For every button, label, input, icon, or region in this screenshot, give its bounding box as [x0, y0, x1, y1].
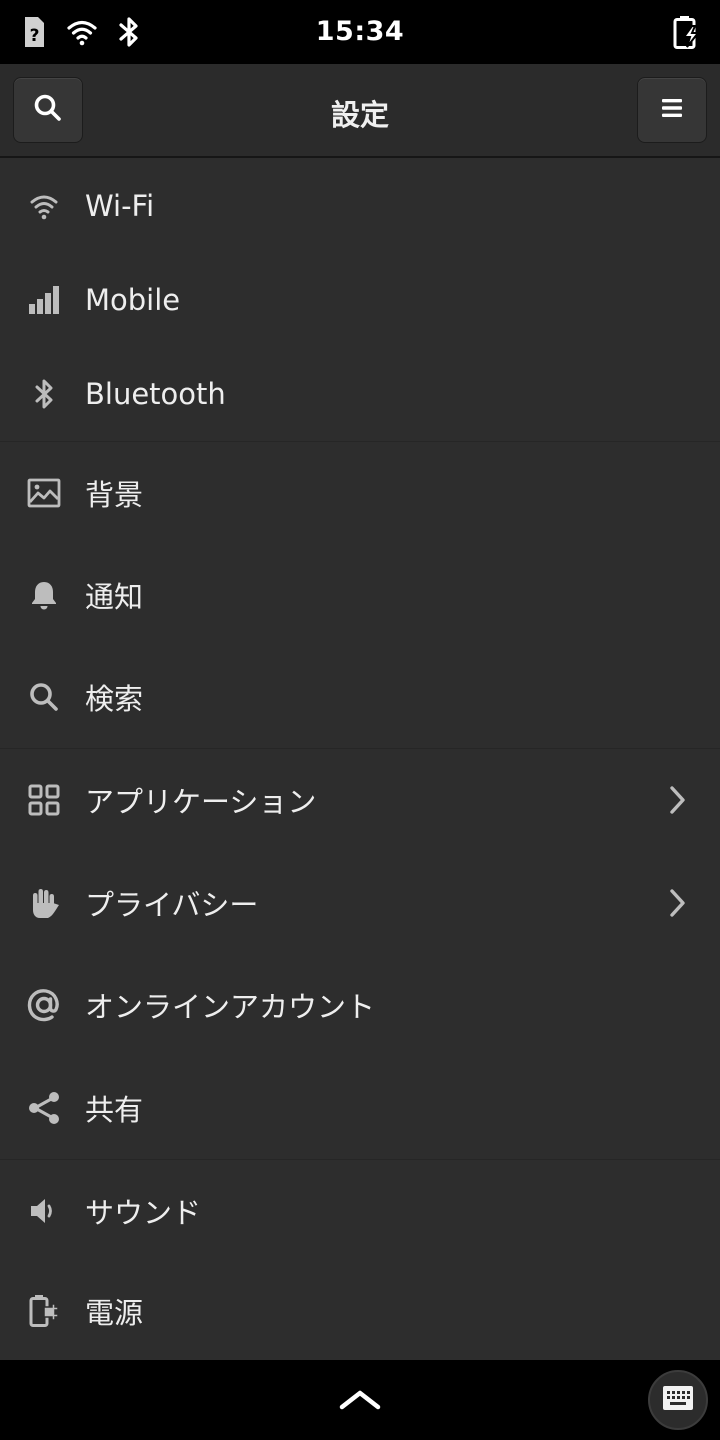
settings-label-sharing: 共有	[85, 1092, 144, 1127]
settings-label-privacy: プライバシー	[85, 887, 259, 922]
settings-label-search: 検索	[85, 682, 144, 716]
settings-label-online-accounts: オンラインアカウント	[85, 990, 376, 1024]
chevron-up-icon[interactable]	[335, 1378, 385, 1418]
settings-row-power[interactable]: 電源	[0, 1262, 720, 1360]
keyboard-toggle-button[interactable]	[648, 1370, 708, 1430]
settings-row-sound[interactable]: サウンド	[0, 1160, 720, 1262]
at-sign-icon	[24, 985, 64, 1025]
status-bar: ? 15:34	[0, 0, 720, 64]
settings-row-mobile[interactable]: Mobile	[0, 253, 720, 347]
settings-label-wifi: Wi-Fi	[85, 188, 155, 223]
bluetooth-icon	[24, 374, 64, 414]
hand-icon	[24, 883, 64, 923]
status-time: 15:34	[315, 16, 405, 47]
wifi-icon	[24, 186, 64, 226]
settings-row-background[interactable]: 背景	[0, 442, 720, 544]
settings-label-power: 電源	[85, 1296, 144, 1330]
settings-label-notifications: 通知	[85, 580, 144, 614]
settings-label-mobile: Mobile	[85, 283, 181, 317]
bottom-bar	[0, 1360, 720, 1440]
speaker-icon	[24, 1191, 64, 1231]
settings-label-sound: サウンド	[85, 1196, 202, 1230]
chevron-right-icon	[662, 883, 692, 923]
share-icon	[24, 1088, 64, 1128]
settings-row-wifi[interactable]: Wi-Fi	[0, 158, 720, 253]
settings-row-bluetooth[interactable]: Bluetooth	[0, 347, 720, 441]
settings-list: Wi-Fi Mobile Bluetooth 背景 通知 検索 アプリケーション…	[0, 158, 720, 1360]
settings-label-bluetooth: Bluetooth	[85, 377, 226, 411]
main-menu-button[interactable]	[637, 77, 707, 143]
page-title: 設定	[330, 98, 389, 132]
chevron-right-icon	[662, 780, 692, 820]
settings-row-privacy[interactable]: プライバシー	[0, 851, 720, 954]
settings-row-notifications[interactable]: 通知	[0, 544, 720, 646]
settings-row-search[interactable]: 検索	[0, 646, 720, 748]
signal-bars-icon	[24, 280, 64, 320]
battery-charging-icon	[668, 14, 704, 50]
settings-label-applications: アプリケーション	[85, 785, 317, 819]
hamburger-menu-icon	[658, 94, 686, 126]
search-icon	[24, 677, 64, 717]
keyboard-icon	[661, 1383, 695, 1417]
settings-row-sharing[interactable]: 共有	[0, 1056, 720, 1159]
settings-row-online-accounts[interactable]: オンラインアカウント	[0, 954, 720, 1056]
header-bar: 設定	[0, 64, 720, 158]
apps-grid-icon	[24, 780, 64, 820]
settings-label-background: 背景	[85, 478, 144, 512]
settings-row-applications[interactable]: アプリケーション	[0, 749, 720, 851]
bell-icon	[24, 575, 64, 615]
image-icon	[24, 473, 64, 513]
battery-plug-icon	[24, 1291, 64, 1331]
